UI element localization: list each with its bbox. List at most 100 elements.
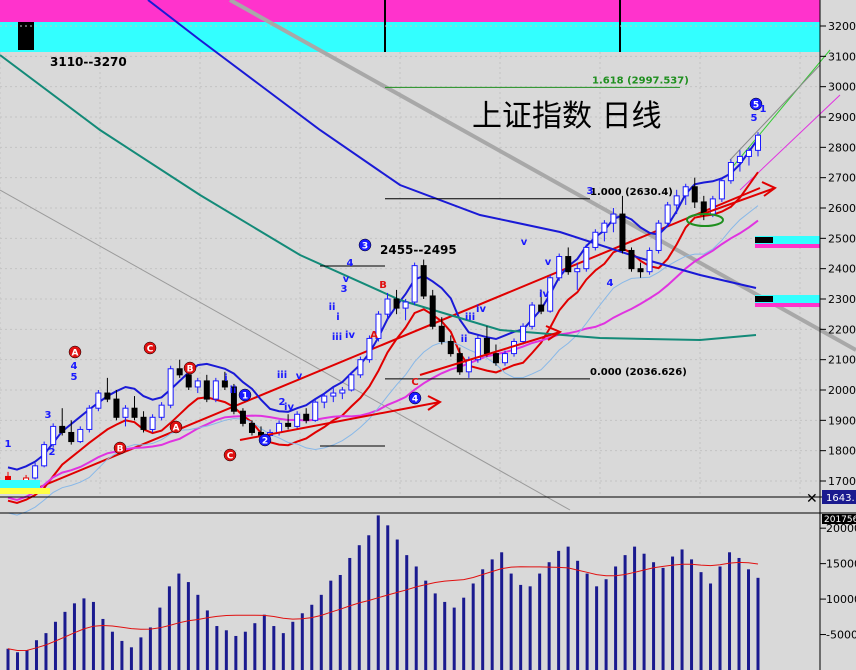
candle-body — [483, 337, 490, 355]
axis-tick-label: 2800 — [828, 141, 856, 154]
candle-body — [59, 425, 66, 433]
volume-bar — [44, 633, 48, 670]
volume-bar — [652, 562, 656, 670]
volume-bar — [300, 613, 304, 670]
start-marker — [0, 488, 50, 494]
wave-label-red: C — [227, 452, 234, 462]
volume-bar — [6, 648, 10, 670]
wave-label-small: 1 — [760, 104, 767, 115]
wave-label-small: iv — [284, 402, 294, 413]
volume-bar — [728, 552, 732, 670]
price-axis: 3200 3100 3000 2900 2800 2700 2600 2500 2400 2300… — [820, 20, 856, 488]
volume-bar — [91, 601, 95, 670]
volume-bar — [462, 597, 466, 670]
wave-label-blue: 3 — [362, 242, 368, 252]
fib-level-label: 1.000 (2630.4) — [590, 187, 673, 198]
volume-bar — [576, 560, 580, 670]
candle-body — [312, 401, 319, 421]
volume-axis-label: -5000 — [826, 629, 856, 642]
level-marker — [755, 244, 820, 248]
axis-tick-label: 1900 — [828, 414, 856, 427]
range-label: 2455--2495 — [380, 243, 457, 257]
wave-label-small: ii — [329, 302, 336, 313]
wave-label-blue: 2 — [262, 437, 268, 447]
wave-label-small: 2 — [49, 447, 56, 458]
volume-bar — [623, 555, 627, 670]
volume-bar — [500, 552, 504, 670]
volume-bar — [177, 573, 181, 670]
candle-body — [303, 413, 310, 421]
candle-body — [321, 395, 328, 403]
volume-bar — [595, 586, 599, 670]
wave-label-small: 4 — [71, 361, 78, 372]
wave-label-small: ii — [230, 385, 237, 396]
candle-body — [203, 380, 210, 400]
volume-bar — [272, 626, 276, 670]
wave-label-blue: 1 — [242, 392, 248, 402]
candle-body — [610, 213, 617, 224]
volume-bar — [25, 650, 29, 670]
volume-bar — [167, 586, 171, 670]
volume-bar — [158, 607, 162, 670]
axis-tick-label: 2700 — [828, 172, 856, 185]
fib-level-label: 1.618 (2997.537) — [592, 75, 689, 86]
wave-label-small: 1 — [5, 439, 12, 450]
volume-bar — [528, 586, 532, 670]
candle-body — [745, 149, 752, 157]
candle-body — [348, 374, 355, 391]
volume-bar — [120, 640, 124, 670]
volume-bar — [319, 594, 323, 670]
axis-tick-label: 2400 — [828, 263, 856, 276]
candle-body — [646, 249, 653, 273]
red-arrow-head — [761, 181, 777, 197]
volume-bar — [481, 569, 485, 670]
wave-label-small: 5 — [751, 113, 758, 124]
candle-body — [176, 368, 183, 376]
wave-label-small: iii — [332, 332, 342, 343]
volume-bar — [680, 549, 684, 670]
volume-bar — [348, 557, 352, 670]
wave-label-small: v — [296, 371, 303, 382]
volume-bar — [139, 637, 143, 670]
wave-label-small: iii — [277, 370, 287, 381]
candle-body — [438, 325, 445, 342]
candle-body — [529, 304, 536, 327]
candle-body — [691, 186, 698, 203]
volume-bar — [747, 569, 751, 670]
candle-body — [86, 407, 93, 430]
candle-body — [637, 268, 644, 273]
candle-body — [95, 392, 102, 409]
wave-label-red: B — [187, 365, 194, 375]
volume-bar — [424, 580, 428, 670]
top-band-magenta — [0, 0, 820, 22]
volume-bar — [82, 598, 86, 670]
volume-bar — [338, 574, 342, 670]
candle-body — [447, 340, 454, 355]
candle-body — [294, 413, 301, 427]
candle-body — [556, 256, 563, 279]
volume-bar — [234, 635, 238, 670]
wave-label-small: 4 — [347, 258, 354, 269]
volume-bar — [718, 566, 722, 670]
wave-label-small: i — [336, 312, 339, 323]
candle-body — [429, 295, 436, 327]
axis-tick-label: 1800 — [828, 445, 856, 458]
volume-bar — [490, 559, 494, 670]
candle-body — [574, 268, 581, 273]
candle-body — [366, 337, 373, 361]
candle-body — [248, 422, 255, 433]
axis-tick-label: 2600 — [828, 202, 856, 215]
volume-bar — [443, 601, 447, 670]
wave-label-red: A — [72, 349, 79, 359]
volume-bar — [376, 515, 380, 670]
candle-body — [339, 389, 346, 394]
volume-bar — [405, 555, 409, 670]
target-range-label: 3110--3270 — [50, 55, 127, 69]
axis-tick-label: 2100 — [828, 354, 856, 367]
volume-bar — [253, 623, 257, 670]
wave-label-blue: 5 — [753, 101, 759, 111]
volume-bar — [538, 573, 542, 670]
candle-body — [32, 465, 39, 479]
candle-body — [520, 325, 527, 342]
volume-bar — [101, 618, 105, 670]
